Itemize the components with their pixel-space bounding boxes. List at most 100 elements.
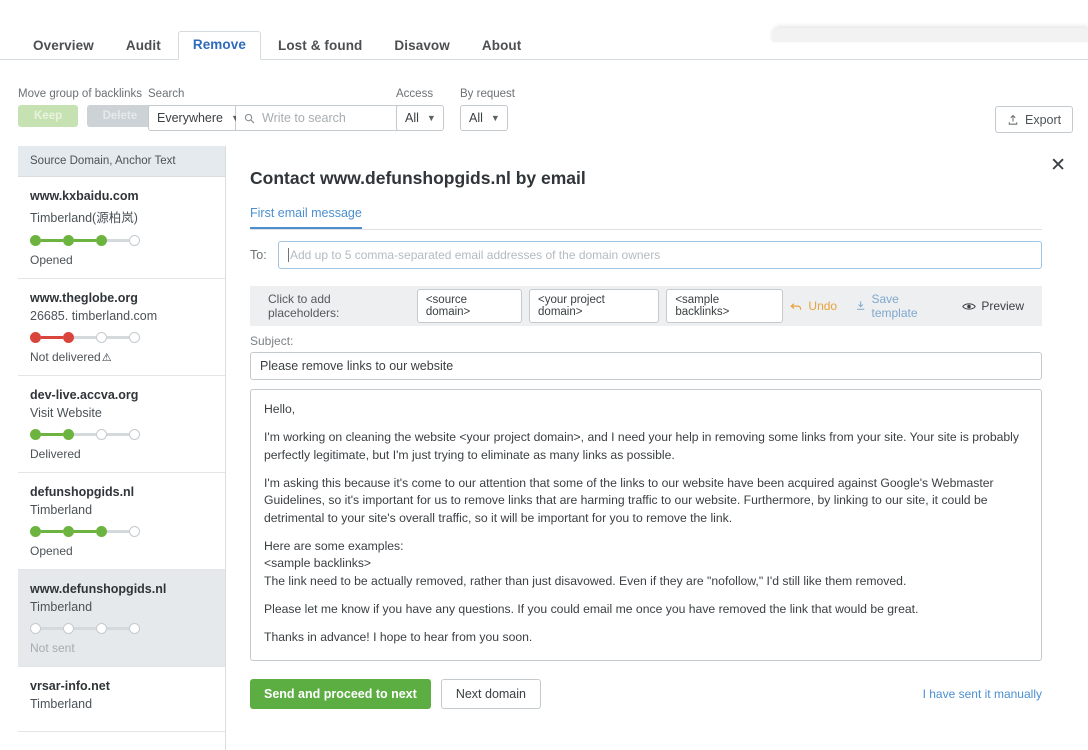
- access-select[interactable]: All ▼: [396, 105, 444, 131]
- undo-button[interactable]: Undo: [790, 299, 837, 313]
- chevron-down-icon: ▼: [427, 113, 436, 123]
- progress-connector: [41, 627, 63, 630]
- sidebar-item-progress: [30, 332, 213, 343]
- progress-dot: [63, 235, 74, 246]
- by-request-value: All: [469, 111, 483, 125]
- by-request-select[interactable]: All ▼: [460, 105, 508, 131]
- tab-about[interactable]: About: [467, 32, 536, 60]
- close-icon[interactable]: ✕: [1050, 156, 1066, 175]
- progress-dot: [129, 623, 140, 634]
- tab-first-email-message[interactable]: First email message: [250, 206, 362, 229]
- subject-input[interactable]: Please remove links to our website: [250, 352, 1042, 380]
- tab-remove[interactable]: Remove: [178, 31, 261, 60]
- tab-lost-found[interactable]: Lost & found: [263, 32, 377, 60]
- body-paragraph-2: I'm working on cleaning the website <you…: [264, 429, 1028, 464]
- sidebar-item-domain: www.defunshopgids.nl: [30, 582, 213, 596]
- text-cursor: [288, 248, 289, 262]
- status-text: Not delivered: [30, 350, 101, 364]
- sidebar-item-anchor: Visit Website: [30, 406, 213, 420]
- tab-overview[interactable]: Overview: [18, 32, 109, 60]
- search-group: Search Everywhere ▼ Write to search: [148, 88, 406, 131]
- sidebar-item[interactable]: vrsar-info.netTimberland: [18, 667, 225, 732]
- progress-dot: [129, 332, 140, 343]
- sidebar-item[interactable]: dev-live.accva.orgVisit WebsiteDelivered: [18, 376, 225, 473]
- sidebar-item-anchor: Timberland: [30, 503, 213, 517]
- body-paragraph-7: Kind Regards: [264, 658, 1028, 661]
- progress-connector: [74, 530, 96, 533]
- body-paragraph-6: Thanks in advance! I hope to hear from y…: [264, 629, 1028, 646]
- contact-email-modal: ✕ Contact www.defunshopgids.nl by email …: [228, 146, 1088, 750]
- sidebar-item-domain: www.kxbaidu.com: [30, 189, 213, 203]
- progress-dot: [30, 429, 41, 440]
- sidebar-item-domain: defunshopgids.nl: [30, 485, 213, 499]
- to-placeholder: Add up to 5 comma-separated email addres…: [290, 248, 660, 262]
- progress-dot: [129, 235, 140, 246]
- chip-source-domain[interactable]: <source domain>: [417, 289, 522, 323]
- placeholder-toolbar: Click to add placeholders: <source domai…: [250, 286, 1042, 326]
- body-paragraph-1: Hello,: [264, 401, 1028, 418]
- chip-your-project-domain[interactable]: <your project domain>: [529, 289, 659, 323]
- sidebar-item[interactable]: www.defunshopgids.nlTimberlandNot sent: [18, 570, 225, 667]
- body-paragraph-3: I'm asking this because it's come to our…: [264, 475, 1028, 527]
- email-body-textarea[interactable]: Hello, I'm working on cleaning the websi…: [250, 389, 1042, 661]
- search-placeholder: Write to search: [262, 111, 346, 125]
- subject-value: Please remove links to our website: [260, 359, 453, 373]
- progress-connector: [107, 239, 129, 242]
- preview-button[interactable]: Preview: [962, 299, 1024, 313]
- filter-toolbar: Move group of backlinks Keep Delete Sear…: [18, 88, 1070, 134]
- sidebar-item-progress: [30, 235, 213, 246]
- modal-tabbar: First email message: [250, 204, 1042, 230]
- body-paragraph-4b: <sample backlinks>: [264, 555, 1028, 572]
- backlinks-sidebar: Source Domain, Anchor Text www.kxbaidu.c…: [18, 146, 226, 750]
- sidebar-item-progress: [30, 623, 213, 634]
- body-paragraph-4a: Here are some examples:: [264, 538, 1028, 555]
- progress-dot: [30, 235, 41, 246]
- body-paragraph-5: Please let me know if you have any quest…: [264, 601, 1028, 618]
- undo-arrow-icon: [790, 301, 803, 312]
- undo-label: Undo: [808, 299, 837, 313]
- chip-sample-backlinks[interactable]: <sample backlinks>: [666, 289, 783, 323]
- search-label: Search: [148, 88, 406, 100]
- sidebar-item-anchor: 26685. timberland.com: [30, 309, 213, 323]
- export-button[interactable]: Export: [995, 106, 1073, 133]
- sidebar-item-anchor: Timberland: [30, 697, 213, 711]
- progress-dot: [129, 526, 140, 537]
- modal-footer: Send and proceed to next Next domain I h…: [250, 679, 1042, 709]
- sidebar-item-status: Not delivered⚠: [30, 350, 213, 364]
- send-and-proceed-button[interactable]: Send and proceed to next: [250, 679, 431, 709]
- sent-manually-link[interactable]: I have sent it manually: [923, 687, 1042, 701]
- keep-button[interactable]: Keep: [18, 105, 78, 127]
- progress-connector: [74, 336, 96, 339]
- progress-connector: [41, 530, 63, 533]
- progress-dot: [63, 429, 74, 440]
- save-template-button[interactable]: Save template: [855, 292, 944, 320]
- chevron-down-icon: ▼: [491, 113, 500, 123]
- tab-audit[interactable]: Audit: [111, 32, 176, 60]
- progress-connector: [107, 627, 129, 630]
- next-domain-button[interactable]: Next domain: [441, 679, 541, 709]
- sidebar-item[interactable]: www.kxbaidu.comTimberland(源柏岚)Opened: [18, 177, 225, 279]
- modal-title: Contact www.defunshopgids.nl by email: [250, 168, 586, 189]
- status-text: Opened: [30, 253, 73, 267]
- move-group-backlinks: Move group of backlinks Keep Delete: [18, 88, 157, 127]
- progress-connector: [74, 627, 96, 630]
- body-paragraph-4c: The link need to be actually removed, ra…: [264, 573, 1028, 590]
- search-scope-select[interactable]: Everywhere ▼: [148, 105, 236, 131]
- status-text: Opened: [30, 544, 73, 558]
- progress-dot: [96, 429, 107, 440]
- progress-connector: [74, 433, 96, 436]
- to-input[interactable]: Add up to 5 comma-separated email addres…: [278, 241, 1042, 269]
- delete-button[interactable]: Delete: [87, 105, 154, 127]
- sidebar-item[interactable]: defunshopgids.nl Timberland Opened: [18, 473, 225, 570]
- sidebar-item[interactable]: www.theglobe.org 26685. timberland.com Not…: [18, 279, 225, 376]
- tab-disavow[interactable]: Disavow: [379, 32, 464, 60]
- progress-dot: [129, 429, 140, 440]
- eye-icon: [962, 301, 976, 312]
- sidebar-item-status: Opened: [30, 253, 213, 267]
- move-group-label: Move group of backlinks: [18, 88, 157, 100]
- status-text: Delivered: [30, 447, 81, 461]
- search-input[interactable]: Write to search: [236, 105, 406, 131]
- sidebar-item-domain: www.theglobe.org: [30, 291, 213, 305]
- progress-connector: [41, 239, 63, 242]
- access-group: Access All ▼: [396, 88, 444, 131]
